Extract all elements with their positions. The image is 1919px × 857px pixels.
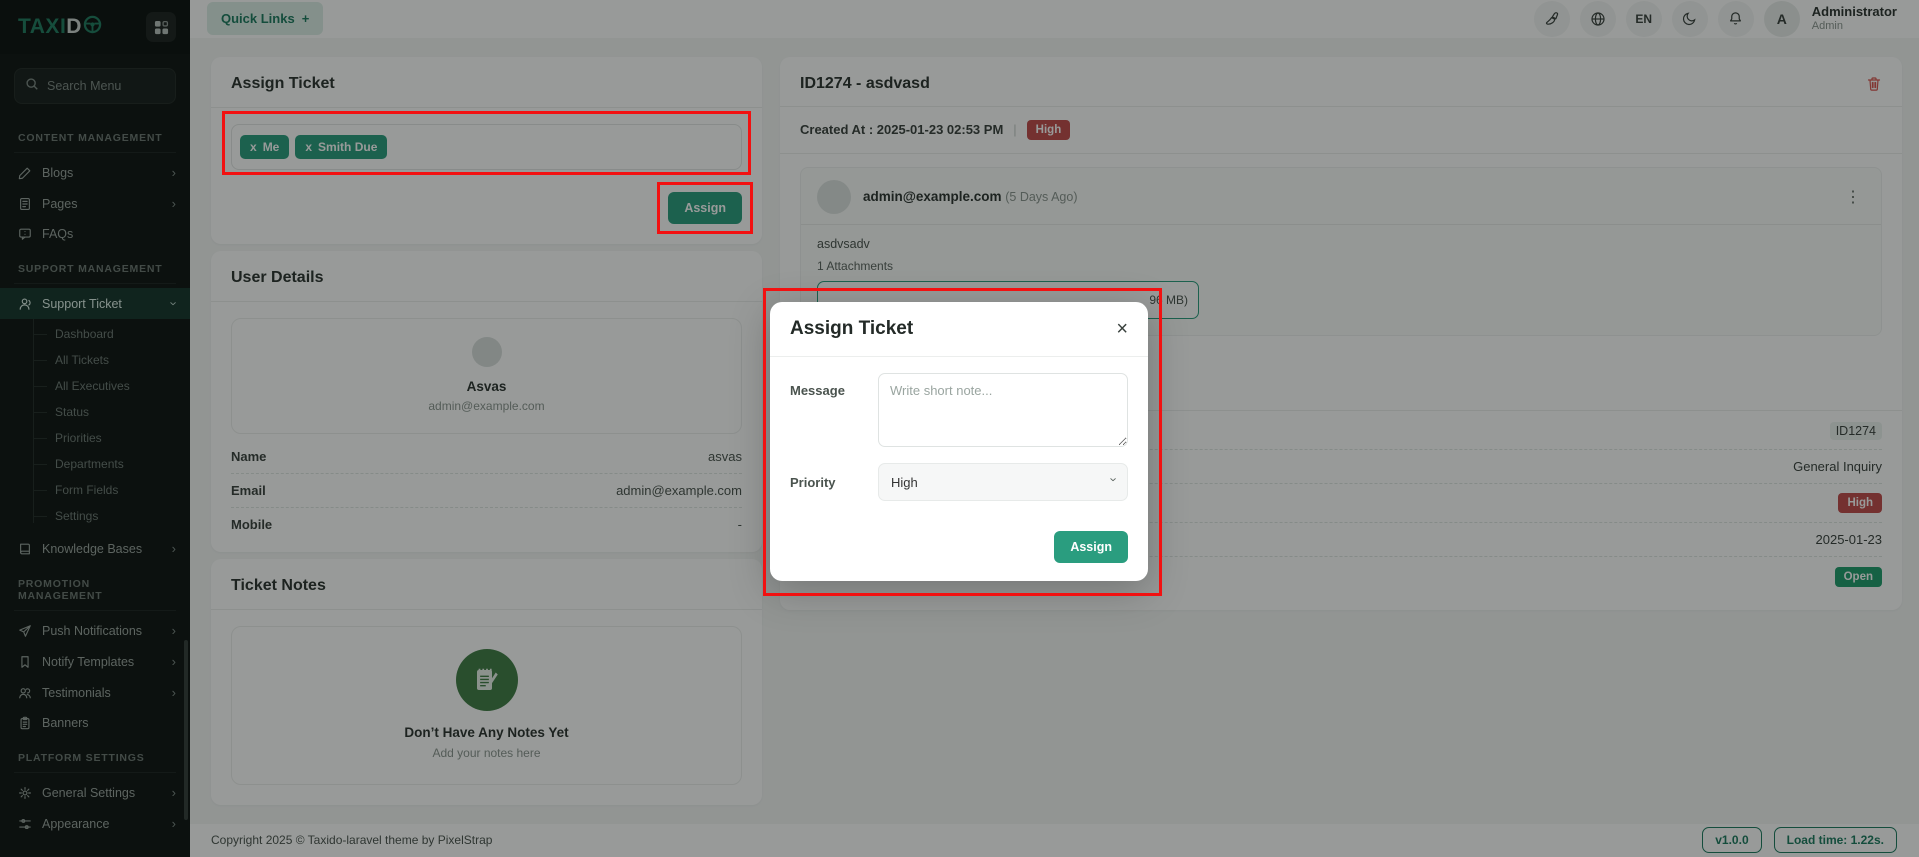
priority-select-wrap: High › bbox=[878, 463, 1128, 501]
modal-title: Assign Ticket bbox=[790, 318, 913, 340]
message-textarea[interactable] bbox=[878, 373, 1128, 447]
message-form-row: Message bbox=[790, 373, 1128, 447]
message-label: Message bbox=[790, 373, 864, 447]
modal-assign-label: Assign bbox=[1070, 540, 1112, 554]
priority-form-row: Priority High › bbox=[790, 463, 1128, 501]
modal-assign-button[interactable]: Assign bbox=[1054, 531, 1128, 563]
assign-ticket-modal: Assign Ticket × Message Priority High › … bbox=[770, 302, 1148, 581]
priority-select[interactable]: High bbox=[878, 463, 1128, 501]
modal-close-icon[interactable]: × bbox=[1116, 319, 1128, 339]
priority-label: Priority bbox=[790, 475, 864, 490]
